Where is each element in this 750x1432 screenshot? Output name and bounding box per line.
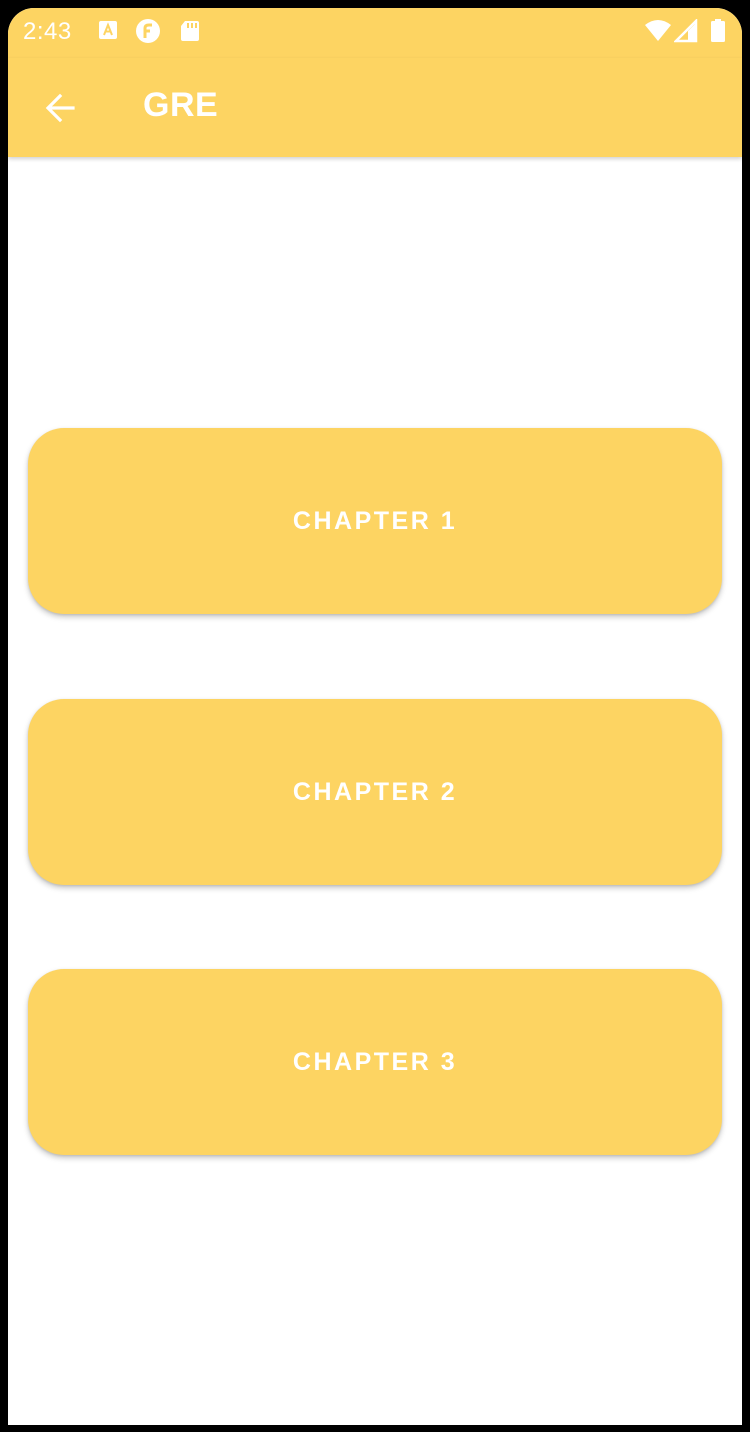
app-bar: GRE <box>8 58 742 157</box>
chapter-3-button[interactable]: CHAPTER 3 <box>28 969 722 1155</box>
chapter-label: CHAPTER 3 <box>292 1047 458 1076</box>
cell-signal-icon <box>672 17 698 43</box>
sd-card-icon <box>179 19 201 43</box>
chapter-2-button[interactable]: CHAPTER 2 <box>28 699 722 885</box>
status-bar: 2:43 <box>8 8 742 58</box>
status-time: 2:43 <box>23 18 72 45</box>
phone-screen: 2:43 GRE CHAPTER 1 CHAPTER 2 CHAPTER 3 <box>8 8 742 1425</box>
arrow-left-icon <box>43 91 77 125</box>
page-title: GRE <box>143 86 219 124</box>
round-f-icon <box>135 19 161 43</box>
chapter-label: CHAPTER 2 <box>292 777 458 806</box>
font-a-icon <box>98 19 118 43</box>
wifi-icon <box>644 19 672 43</box>
chapter-label: CHAPTER 1 <box>292 506 458 535</box>
back-button[interactable] <box>36 84 84 132</box>
chapter-list: CHAPTER 1 CHAPTER 2 CHAPTER 3 <box>8 157 742 1425</box>
chapter-1-button[interactable]: CHAPTER 1 <box>28 428 722 614</box>
battery-icon <box>710 19 726 43</box>
